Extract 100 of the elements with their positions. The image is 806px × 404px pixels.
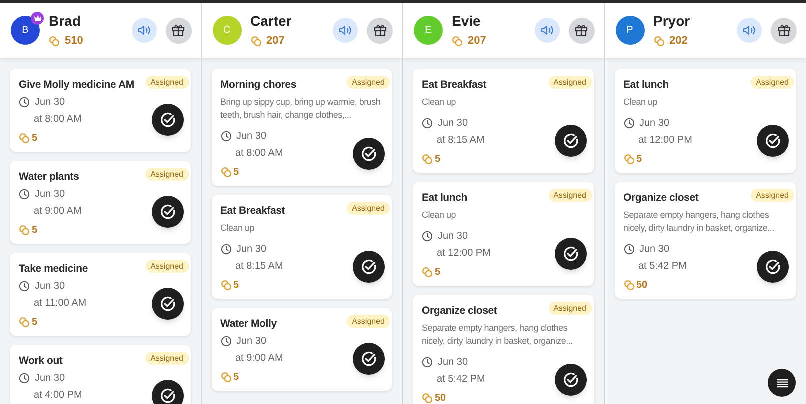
task-card[interactable]: Eat lunch Assigned Clean up Jun 30 at 12:00 PM 5 (614, 69, 796, 173)
clock-icon (220, 244, 232, 254)
clock-icon (220, 336, 232, 346)
member-name: Carter (250, 12, 293, 30)
task-date: Jun 30 (236, 334, 267, 348)
complete-button[interactable] (152, 196, 184, 228)
task-title: Organize closet (624, 191, 699, 206)
task-points: 5 (32, 316, 38, 330)
task-points: 5 (32, 132, 38, 146)
complete-button[interactable] (152, 288, 184, 320)
coins-icon (624, 280, 634, 290)
coins-icon (654, 36, 664, 46)
speaker-button[interactable] (737, 18, 762, 43)
clock-icon (19, 188, 30, 200)
task-card[interactable]: Organize closet Assigned Separate empty hangers, hang clothes nicely, dirty laundry in basket, organize... Jun 30 at 5:42 PM 50 (413, 295, 594, 404)
task-card[interactable]: Eat lunch Assigned Clean up Jun 30 at 12:00 PM 5 (413, 182, 594, 286)
complete-button[interactable] (757, 251, 789, 283)
complete-button[interactable] (353, 138, 385, 170)
task-description: Bring up sippy cup, bring up warmie, brush teeth, brush hair, change clothes,... (220, 96, 382, 122)
status-badge: Assigned (146, 352, 188, 365)
task-card[interactable]: Work out Assigned Jun 30 at 4:00 PM (10, 345, 190, 404)
task-card[interactable]: Water Molly Assigned Jun 30 at 9:00 AM 5 (212, 308, 392, 391)
avatar: E (414, 16, 443, 45)
task-time: at 8:00 AM (234, 147, 284, 161)
status-badge: Assigned (751, 189, 794, 202)
gift-button[interactable] (771, 18, 797, 44)
task-time: at 8:15 AM (234, 260, 284, 274)
task-card[interactable]: Eat Breakfast Assigned Clean up Jun 30 at 8:15 AM 5 (212, 195, 392, 299)
coins-icon (19, 132, 30, 144)
speaker-button[interactable] (132, 18, 156, 43)
task-time: at 4:00 PM (33, 389, 82, 403)
gift-button[interactable] (568, 18, 594, 44)
speaker-icon (339, 25, 352, 36)
coins-icon (250, 36, 262, 46)
complete-button[interactable] (152, 380, 184, 404)
task-points: 50 (435, 392, 446, 404)
task-card[interactable]: Take medicine Assigned Jun 30 at 11:00 AM 5 (10, 253, 190, 336)
avatar: C (212, 16, 242, 45)
clock-icon (220, 130, 232, 142)
task-points: 5 (636, 152, 642, 166)
gift-button[interactable] (367, 18, 393, 44)
clock-icon (624, 244, 634, 254)
task-card[interactable]: Organize closet Assigned Separate empty hangers, hang clothes nicely, dirty laundry in basket, organize... Jun 30 at 5:42 PM 50 (614, 182, 796, 299)
task-title: Work out (19, 354, 63, 369)
status-badge: Assigned (146, 76, 188, 89)
check-circle-icon (764, 258, 782, 276)
avatar: P (616, 16, 644, 45)
complete-button[interactable] (554, 238, 586, 270)
task-card[interactable]: Water plants Assigned Jun 30 at 9:00 AM 5 (10, 161, 190, 244)
task-date: Jun 30 (35, 96, 66, 110)
speaker-icon (540, 25, 554, 36)
task-points: 5 (435, 152, 441, 166)
task-date: Jun 30 (35, 188, 66, 202)
status-badge: Assigned (347, 315, 390, 328)
task-card[interactable]: Give Molly medicine AM Assigned Jun 30 at 8:00 AM 5 (10, 69, 190, 152)
menu-button[interactable] (768, 369, 796, 397)
coins-icon (49, 36, 60, 46)
complete-button[interactable] (757, 125, 789, 157)
check-circle-icon (158, 387, 176, 404)
check-circle-icon (360, 350, 378, 368)
task-description: Clean up (622, 96, 659, 109)
coins-icon (422, 154, 433, 164)
speaker-button[interactable] (333, 18, 358, 43)
status-badge: Assigned (146, 260, 188, 273)
task-date: Jun 30 (35, 372, 66, 386)
task-title: Eat lunch (624, 78, 669, 93)
gift-button[interactable] (166, 18, 192, 44)
task-description: Separate empty hangers, hang clothes nicely, dirty laundry in basket, organize... (421, 322, 574, 348)
speaker-button[interactable] (534, 18, 560, 43)
task-points: 5 (435, 266, 441, 280)
task-date: Jun 30 (640, 242, 670, 256)
complete-button[interactable] (554, 125, 586, 157)
task-title: Morning chores (220, 78, 296, 93)
coins-icon (19, 224, 30, 236)
complete-button[interactable] (554, 364, 586, 396)
task-card[interactable]: Eat Breakfast Assigned Clean up Jun 30 at 8:15 AM 5 (413, 69, 594, 173)
coins-icon (624, 154, 634, 164)
task-card[interactable]: Morning chores Assigned Bring up sippy cup, bring up warmie, brush teeth, brush hair, change clothes,... Jun 30 at 8:00 AM 5 (212, 69, 392, 186)
points-total: 202 (670, 34, 688, 49)
complete-button[interactable] (353, 251, 385, 283)
task-description: Separate empty hangers, hang clothes nicely, dirty laundry in basket, organize... (622, 209, 776, 235)
status-badge: Assigned (548, 76, 592, 89)
points-total: 207 (468, 34, 486, 49)
menu-icon (776, 378, 788, 388)
complete-button[interactable] (152, 104, 184, 136)
check-circle-icon (158, 203, 176, 221)
task-title: Eat Breakfast (422, 78, 487, 93)
task-date: Jun 30 (236, 130, 267, 144)
task-date: Jun 30 (438, 356, 468, 370)
task-time: at 5:42 PM (436, 373, 486, 387)
task-time: at 9:00 AM (33, 205, 82, 219)
status-badge: Assigned (347, 202, 390, 215)
task-points: 5 (32, 224, 38, 238)
points-total: 510 (65, 34, 84, 49)
clock-icon (19, 372, 30, 384)
member-name: Pryor (654, 12, 692, 30)
clock-icon (422, 356, 433, 368)
member-name: Evie (452, 12, 482, 30)
coins-icon (220, 372, 232, 382)
complete-button[interactable] (353, 343, 385, 375)
